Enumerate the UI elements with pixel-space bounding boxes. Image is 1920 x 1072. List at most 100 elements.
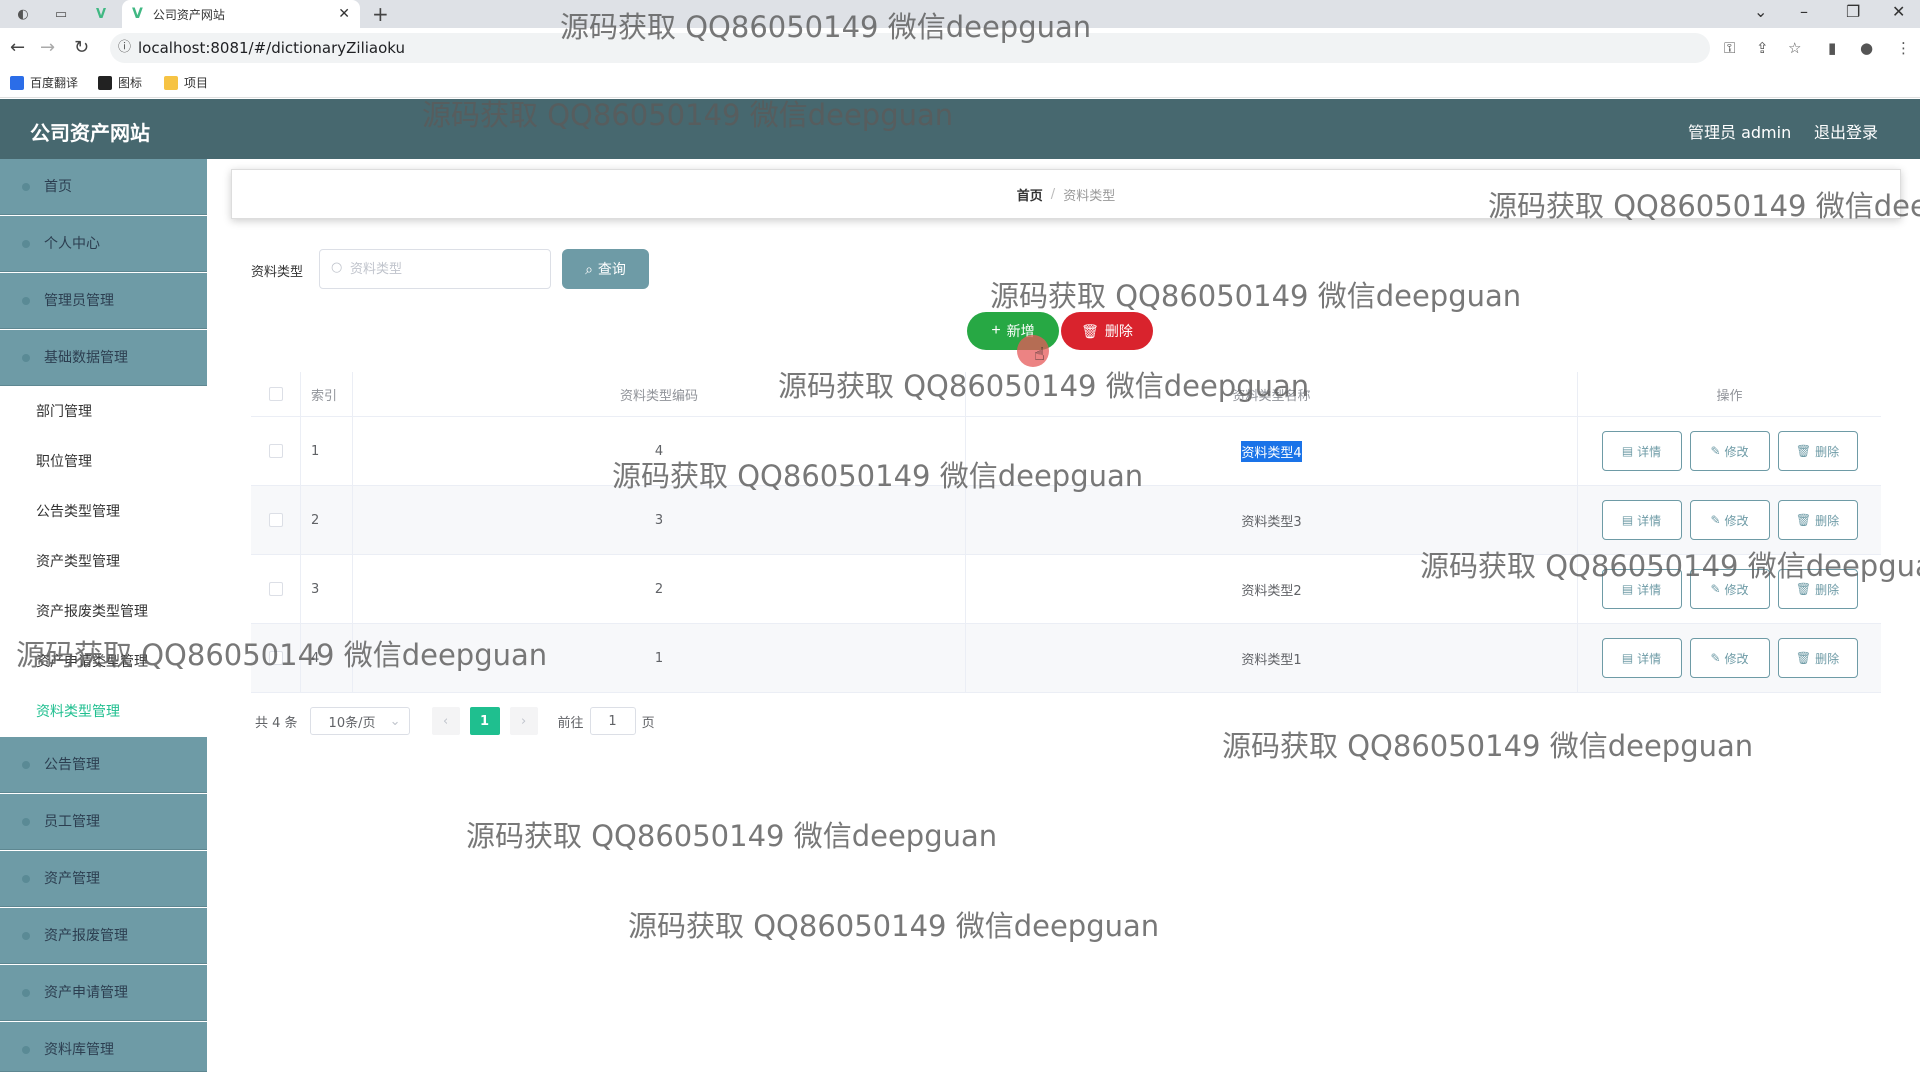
tab-search-icon[interactable]: ⌄ (1754, 2, 1767, 21)
batch-delete-button[interactable]: 🗑 删除 (1061, 312, 1153, 350)
sidebar-sub-position[interactable]: 职位管理 (0, 437, 207, 487)
bookmark-baidu-translate[interactable]: 百度翻译 (10, 74, 78, 91)
trash-icon: 🗑 (1795, 513, 1812, 527)
edit-button[interactable]: ✎ 修改 (1689, 569, 1770, 609)
header-code[interactable]: 资料类型编码 (353, 372, 966, 416)
sidebar-item-asset-apply[interactable]: 资产申请管理 (0, 965, 207, 1021)
new-tab-icon[interactable]: + (372, 2, 389, 26)
window-close-icon[interactable]: ✕ (1892, 2, 1905, 21)
row-code: 4 (353, 417, 966, 485)
row-checkbox[interactable] (268, 513, 283, 527)
bookmark-project[interactable]: 项目 (164, 74, 208, 91)
sidebar-sub-material-type[interactable]: 资料类型管理 (0, 687, 207, 737)
star-icon[interactable]: ☆ (1788, 39, 1801, 57)
header-name[interactable]: 资料类型名称 (966, 372, 1578, 416)
header-index[interactable]: 索引 (301, 372, 353, 416)
goto-page-input[interactable] (589, 707, 636, 735)
row-name: 资料类型3 (966, 486, 1578, 554)
edit-button[interactable]: ✎ 修改 (1689, 431, 1770, 471)
profile-icon[interactable]: ● (1860, 39, 1873, 57)
reload-icon[interactable]: ↻ (74, 37, 89, 58)
side-panel-icon[interactable]: ▮ (1828, 39, 1836, 57)
sidebar-item-admins[interactable]: 管理员管理 (0, 273, 207, 329)
query-button[interactable]: ⌕ 查询 (562, 249, 649, 289)
forward-icon[interactable]: → (40, 37, 55, 58)
detail-button[interactable]: ▤ 详情 (1601, 500, 1682, 540)
row-checkbox[interactable] (268, 444, 283, 458)
table-row: 3 2 资料类型2 ▤ 详情 ✎ 修改 🗑 删除 (251, 555, 1881, 624)
row-delete-button[interactable]: 🗑 删除 (1777, 500, 1858, 540)
trash-icon: 🗑 (1795, 651, 1812, 665)
trash-icon: 🗑 (1081, 322, 1099, 339)
document-icon: ▤ (1621, 513, 1634, 527)
row-delete-button[interactable]: 🗑 删除 (1777, 431, 1858, 471)
menu-icon[interactable]: ⋮ (1896, 39, 1911, 57)
sidebar-item-asset-scrap[interactable]: 资产报废管理 (0, 908, 207, 964)
pencil-icon: ✎ (1710, 513, 1721, 527)
search-input[interactable] (319, 249, 551, 289)
header-ops: 操作 (1716, 388, 1743, 404)
table-header-row: 索引 资料类型编码 资料类型名称 操作 (251, 372, 1881, 417)
prev-page-icon[interactable]: ‹ (431, 707, 460, 735)
row-checkbox[interactable] (268, 651, 283, 665)
page-suffix: 页 (641, 715, 655, 731)
detail-button[interactable]: ▤ 详情 (1601, 638, 1682, 678)
select-all-checkbox[interactable] (268, 387, 283, 401)
key-icon[interactable]: ⚿ (1724, 39, 1735, 57)
close-tab-icon[interactable]: ✕ (338, 6, 350, 22)
minimize-icon[interactable]: – (1800, 2, 1808, 21)
table-row: 4 1 资料类型1 ▤ 详情 ✎ 修改 🗑 删除 (251, 624, 1881, 693)
pencil-icon: ✎ (1710, 651, 1721, 665)
folder-icon (164, 75, 178, 90)
menu-dot-icon (22, 1046, 30, 1054)
page-number-current[interactable]: 1 (469, 707, 500, 735)
blank-tab-icon[interactable]: ▭ (52, 5, 70, 23)
share-icon[interactable]: ⇪ (1756, 39, 1769, 57)
sidebar-sub-apply-type[interactable]: 资产申请类型管理 (0, 637, 207, 687)
active-tab[interactable]: V 公司资产网站 ✕ (122, 0, 360, 28)
sidebar-item-employees[interactable]: 员工管理 (0, 794, 207, 850)
sidebar-sub-department[interactable]: 部门管理 (0, 387, 207, 437)
row-index: 4 (301, 624, 353, 692)
sidebar-sub-asset-type[interactable]: 资产类型管理 (0, 537, 207, 587)
sidebar-item-profile[interactable]: 个人中心 (0, 216, 207, 272)
address-bar-row: ← → ↻ ⓘ localhost:8081/#/dictionaryZilia… (0, 28, 1920, 68)
breadcrumb-home[interactable]: 首页 (1017, 185, 1043, 204)
page-size-select[interactable]: 10条/页 ⌄ (309, 707, 410, 735)
back-icon[interactable]: ← (10, 37, 25, 58)
bookmark-icons[interactable]: 图标 (98, 74, 142, 91)
sidebar-sub-scrap-type[interactable]: 资产报废类型管理 (0, 587, 207, 637)
sidebar-item-home[interactable]: 首页 (0, 159, 207, 215)
browser-icon[interactable]: ◐ (14, 5, 32, 23)
pencil-icon: ✎ (1710, 582, 1721, 596)
search-label: 资料类型 (251, 265, 304, 280)
edit-button[interactable]: ✎ 修改 (1689, 500, 1770, 540)
detail-button[interactable]: ▤ 详情 (1601, 569, 1682, 609)
trash-icon: 🗑 (1795, 444, 1812, 458)
sidebar-sub-notice-type[interactable]: 公告类型管理 (0, 487, 207, 537)
bookmark-icon (98, 75, 112, 90)
app-header: 公司资产网站 管理员 admin 退出登录 (0, 99, 1920, 159)
sidebar-item-assets[interactable]: 资产管理 (0, 851, 207, 907)
vue-tab-icon[interactable]: V (92, 5, 110, 23)
document-icon: ▤ (1621, 444, 1634, 458)
sidebar-item-base-data[interactable]: 基础数据管理 (0, 330, 207, 386)
logout-link[interactable]: 退出登录 (1814, 119, 1878, 143)
url-field[interactable]: ⓘ localhost:8081/#/dictionaryZiliaoku (110, 33, 1710, 63)
site-info-icon[interactable]: ⓘ (118, 33, 131, 63)
row-checkbox[interactable] (268, 582, 283, 596)
row-name: 资料类型4 (1241, 440, 1302, 462)
detail-button[interactable]: ▤ 详情 (1601, 431, 1682, 471)
row-delete-button[interactable]: 🗑 删除 (1777, 569, 1858, 609)
menu-dot-icon (22, 818, 30, 826)
sidebar-item-library[interactable]: 资料库管理 (0, 1022, 207, 1072)
sidebar-item-notices[interactable]: 公告管理 (0, 737, 207, 793)
row-code: 2 (353, 555, 966, 623)
restore-icon[interactable]: ❐ (1846, 2, 1860, 21)
row-delete-button[interactable]: 🗑 删除 (1777, 638, 1858, 678)
next-page-icon[interactable]: › (509, 707, 538, 735)
menu-dot-icon (22, 297, 30, 305)
vue-favicon-icon: V (132, 6, 143, 22)
edit-button[interactable]: ✎ 修改 (1689, 638, 1770, 678)
search-icon: ○ (331, 260, 343, 275)
